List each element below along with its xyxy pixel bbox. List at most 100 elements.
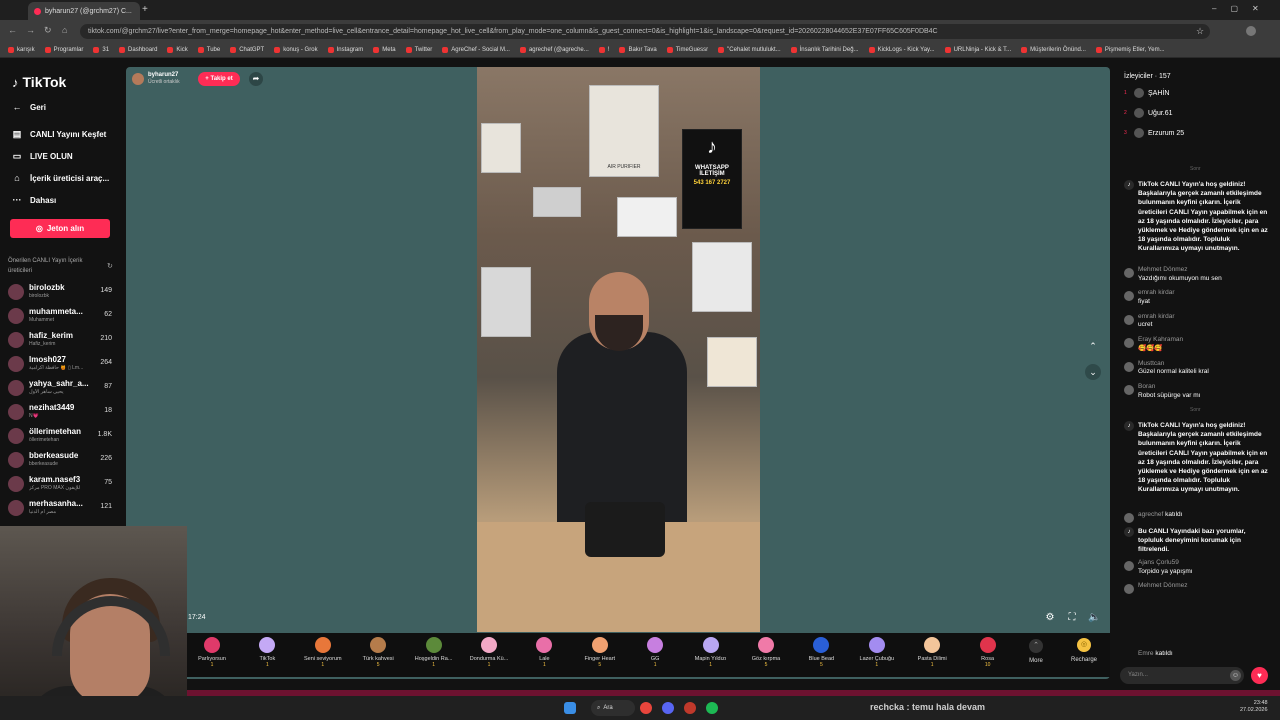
gift-item[interactable]: Lazer Çubuğu 1 [849, 637, 905, 668]
live-video[interactable]: AIR PURIFIER ♪ WHATSAPP İLETİŞİM 543 167… [477, 67, 760, 632]
taskbar-clock[interactable]: 23:48 27.02.2026 [1240, 700, 1268, 714]
suggested-account[interactable]: karam.nasef3 مركز PRO MAX للإيفون 75 [8, 474, 118, 496]
suggested-account[interactable]: hafiz_kerim Hafiz_kerim 210 [8, 330, 118, 352]
nav-item-more[interactable]: ··· Dahası [12, 195, 57, 205]
nav-item-creator-tools[interactable]: ⌂ İçerik üreticisi araç... [12, 173, 109, 183]
tiktok-logo[interactable]: ♪ TikTok [12, 74, 66, 90]
fullscreen-icon[interactable]: ⛶ [1066, 612, 1078, 624]
spotify-icon[interactable] [706, 702, 718, 714]
bookmark-item[interactable]: agrechef (@agreche... [519, 46, 589, 53]
bookmark-item[interactable]: Kick [167, 46, 188, 53]
suggested-account[interactable]: merhasanha... مصر ام الدنيا 121 [8, 498, 118, 520]
comment-user[interactable]: Emre [1138, 650, 1154, 657]
bookmark-item[interactable]: ! [598, 46, 609, 53]
suggested-account[interactable]: öllerimetehan öllerimetehan 1.8K [8, 426, 118, 448]
gift-item[interactable]: Blue Bead 5 [793, 637, 849, 668]
reload-icon[interactable]: ↻ [44, 25, 52, 36]
share-icon[interactable]: ➦ [249, 72, 263, 86]
comment-user[interactable]: emrah kirdar [1138, 289, 1270, 298]
profile-icon[interactable] [1246, 26, 1256, 36]
browser-tab[interactable]: byharun27 (@grchm27) C... [28, 2, 140, 20]
top-viewer[interactable]: 1 ŞAHİN [1124, 88, 1169, 98]
recharge-button[interactable]: ◎ Recharge [1066, 638, 1102, 663]
top-viewer[interactable]: 2 Uğur.61 [1124, 108, 1173, 118]
gift-item[interactable]: Lale 1 [516, 637, 572, 668]
bookmark-item[interactable]: 31 [93, 46, 109, 53]
comment-user[interactable]: Boran [1138, 383, 1270, 392]
suggested-account[interactable]: lmosh027 حافظة أكرامية 🍯 ▯ Lm... 264 [8, 354, 118, 376]
gift-item[interactable]: Pasta Dilimi 1 [904, 637, 960, 668]
bookmark-item[interactable]: Instagram [327, 46, 363, 53]
nav-forward-icon[interactable]: → [26, 25, 35, 35]
viewers-title[interactable]: İzleyiciler · 157 [1124, 73, 1171, 80]
nav-item-go-live[interactable]: ▭ LIVE OLUN [12, 151, 73, 161]
bookmark-item[interactable]: ChatGPT [230, 46, 264, 53]
bookmark-item[interactable]: İnsanlık Tarihini Değ... [790, 46, 859, 53]
bookmark-item[interactable]: TimeGuessr [666, 46, 708, 53]
volume-icon[interactable]: 🔈 [1088, 612, 1100, 624]
suggested-account[interactable]: birolozbk birolozbk 149 [8, 282, 118, 304]
suggested-account[interactable]: nezihat3449 N💗 18 [8, 402, 118, 424]
top-viewer[interactable]: 3 Erzurum 25 [1124, 128, 1184, 138]
suggested-account[interactable]: yahya_sahr_a... يحيى ساهر الأول 87 [8, 378, 118, 400]
comment-user[interactable]: Mehmet Dönmez [1138, 582, 1270, 591]
gift-item[interactable]: Rosa 10 [960, 637, 1016, 668]
discord-icon[interactable] [662, 702, 674, 714]
bookmark-item[interactable]: KickLogs - Kick Yay... [868, 46, 935, 53]
bookmark-item[interactable]: Dashboard [119, 46, 157, 53]
back-link[interactable]: ← Geri [12, 102, 47, 112]
gift-item[interactable]: Mapin Yıldızı 1 [683, 637, 739, 668]
bookmark-item[interactable]: Bakır Tava [619, 46, 657, 53]
comment-user[interactable]: Eray Kahraman [1138, 336, 1270, 345]
gift-item[interactable]: Dondurma Kü... 1 [461, 637, 517, 668]
follow-button[interactable]: + Takip et [198, 72, 240, 86]
window-controls[interactable]: –▢✕ [1212, 4, 1273, 13]
get-coins-button[interactable]: ◎ Jeton alın [10, 219, 110, 238]
heart-icon[interactable]: ♥ [1251, 667, 1268, 684]
chat-input[interactable]: Yazın... [1120, 667, 1244, 684]
bookmark-item[interactable]: karışık [8, 46, 35, 53]
bookmark-item[interactable]: Programlar [44, 46, 83, 53]
gift-item[interactable]: Parlıyorsun 1 [184, 637, 240, 668]
nav-back-icon[interactable]: ← [8, 25, 17, 35]
gift-item[interactable]: Seni seviyorum 1 [295, 637, 351, 668]
new-tab-button[interactable]: + [142, 4, 148, 15]
comment-user[interactable]: emrah kirdar [1138, 313, 1270, 322]
gift-item[interactable]: Hoşgeldin Ra... 1 [406, 637, 462, 668]
home-icon[interactable]: ⌂ [62, 25, 67, 35]
bookmark-item[interactable]: Twitter [405, 46, 432, 53]
chevron-up-icon[interactable]: ⌃ [1085, 338, 1101, 354]
bookmark-item[interactable]: URLNinja - Kick & T... [944, 46, 1011, 53]
suggested-account[interactable]: bberkeasude bberkeasude 226 [8, 450, 118, 472]
chrome-icon[interactable] [640, 702, 652, 714]
taskbar-search[interactable]: ⌕ Ara [591, 700, 635, 716]
comment-user[interactable]: Musttcan [1138, 360, 1270, 369]
bookmark-item[interactable]: Meta [373, 46, 396, 53]
comment-user[interactable]: Mehmet Dönmez [1138, 266, 1270, 275]
settings-icon[interactable]: ⚙ [1044, 612, 1056, 624]
bookmark-item[interactable]: Pişmemiş Etler, Yem... [1095, 46, 1165, 53]
suggested-account[interactable]: muhammeta... Muhammet 62 [8, 306, 118, 328]
gift-item[interactable]: GG 1 [627, 637, 683, 668]
gift-more-button[interactable]: ⌃ More [1022, 639, 1050, 664]
bookmark-item[interactable]: Tube [197, 46, 220, 53]
gift-item[interactable]: Finger Heart 5 [572, 637, 628, 668]
gift-item[interactable]: TikTok 1 [239, 637, 295, 668]
app-icon[interactable] [684, 702, 696, 714]
refresh-icon[interactable]: ↻ [107, 262, 113, 270]
address-bar[interactable]: tiktok.com/@grchm27/live?enter_from_merg… [80, 24, 1210, 39]
bookmark-item[interactable]: Müşterilerin Önünd... [1021, 46, 1086, 53]
windows-start-icon[interactable] [564, 702, 576, 714]
bookmark-item[interactable]: konuş - Grok [274, 46, 318, 53]
chevron-down-icon[interactable]: ⌄ [1085, 364, 1101, 380]
comment-user[interactable]: Ajans Çorlu59 [1138, 559, 1270, 568]
star-icon[interactable]: ☆ [1196, 26, 1204, 37]
bookmark-item[interactable]: "Cehalet mutlulukt... [718, 46, 781, 53]
nav-item-explore-live[interactable]: ▤ CANLI Yayını Keşfet [12, 129, 107, 139]
gift-item[interactable]: Türk kahvesi 5 [350, 637, 406, 668]
bookmark-item[interactable]: AgreChef - Social M... [442, 46, 510, 53]
emoji-icon[interactable]: ☺ [1230, 670, 1241, 681]
comment-user[interactable]: agrechef [1138, 511, 1163, 518]
gift-item[interactable]: Göz kırpma 5 [738, 637, 794, 668]
host-info[interactable]: byharun27 Ücretli ortaklık [132, 72, 180, 85]
